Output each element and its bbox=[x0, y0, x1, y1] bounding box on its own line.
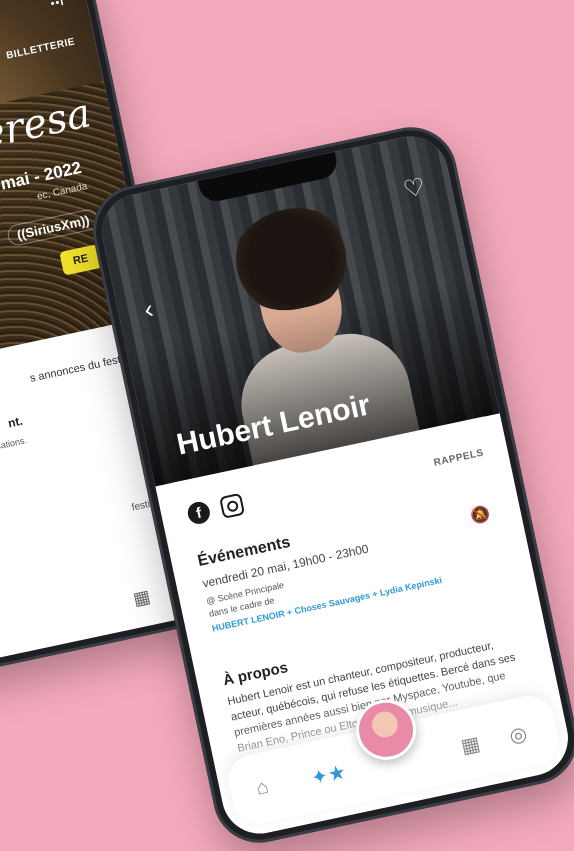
facebook-icon[interactable]: f bbox=[185, 499, 212, 526]
rappels-label: RAPPELS bbox=[432, 447, 485, 469]
calendar-icon[interactable]: ▦ bbox=[131, 586, 152, 610]
artist-content: f RAPPELS Événements 🔕 vendredi 20 mai, … bbox=[155, 413, 574, 841]
calendar-icon[interactable]: ▦ bbox=[459, 731, 483, 759]
main-phone: ‹ ♡ Hubert Lenoir f RAPPELS Événements 🔕… bbox=[84, 118, 574, 851]
compass-icon[interactable]: ◎ bbox=[507, 721, 530, 749]
bell-off-icon[interactable]: 🔕 bbox=[469, 504, 493, 528]
stars-icon[interactable]: ✦★ bbox=[309, 759, 348, 791]
notice-title: nt. bbox=[6, 413, 24, 431]
billetterie-button[interactable]: BILLETTERIE bbox=[5, 36, 76, 61]
social-links: f bbox=[185, 492, 246, 526]
phone-screen: ‹ ♡ Hubert Lenoir f RAPPELS Événements 🔕… bbox=[95, 129, 574, 841]
status-bar: ••l bbox=[49, 0, 66, 11]
instagram-icon[interactable] bbox=[219, 492, 246, 519]
notice-subtitle: notifications. bbox=[0, 435, 28, 456]
home-icon[interactable]: ⌂ bbox=[254, 776, 271, 801]
